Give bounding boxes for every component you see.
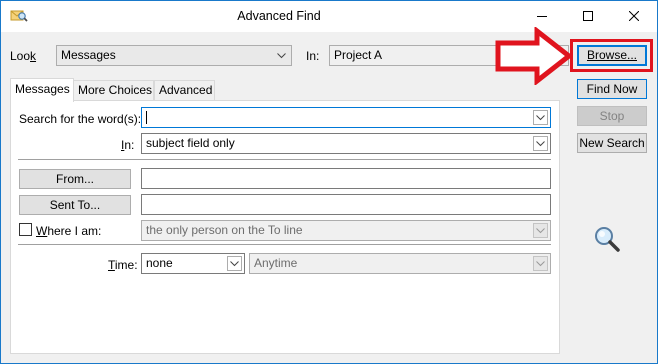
minimize-icon bbox=[537, 10, 547, 24]
search-words-label: Search for the word(s): bbox=[19, 112, 142, 126]
chevron-down-icon bbox=[533, 223, 548, 238]
chevron-down-icon bbox=[274, 48, 289, 63]
divider bbox=[18, 159, 551, 160]
time-range-select[interactable]: Anytime bbox=[249, 253, 551, 274]
look-select[interactable]: Messages bbox=[56, 45, 292, 66]
maximize-icon bbox=[583, 10, 593, 24]
chevron-down-icon bbox=[227, 256, 242, 271]
where-i-am-select[interactable]: the only person on the To line bbox=[141, 220, 551, 241]
where-i-am-label: Where I am: bbox=[36, 224, 102, 238]
new-search-label: New Search bbox=[579, 136, 645, 150]
advanced-find-window: Advanced Find Look Messages In: Project … bbox=[0, 0, 658, 364]
tab-more-choices-label: More Choices bbox=[78, 83, 153, 97]
tab-more-choices[interactable]: More Choices bbox=[73, 80, 154, 100]
search-words-input[interactable] bbox=[141, 107, 551, 128]
in-folder-label: In: bbox=[306, 49, 320, 63]
tab-messages[interactable]: Messages bbox=[10, 78, 74, 102]
time-value: none bbox=[146, 256, 173, 270]
time-select[interactable]: none bbox=[141, 253, 245, 274]
tab-messages-label: Messages bbox=[15, 82, 70, 96]
close-icon bbox=[628, 10, 640, 24]
sent-to-input[interactable] bbox=[141, 194, 551, 215]
stop-label: Stop bbox=[599, 109, 625, 123]
find-now-label: Find Now bbox=[586, 82, 638, 96]
tab-advanced[interactable]: Advanced bbox=[154, 80, 215, 100]
sent-to-button[interactable]: Sent To... bbox=[19, 195, 131, 215]
chevron-down-icon bbox=[533, 110, 548, 125]
in-field-value: subject field only bbox=[146, 136, 235, 150]
where-i-am-value: the only person on the To line bbox=[146, 223, 303, 237]
browse-button-label: Browse... bbox=[586, 48, 637, 62]
look-label: Look bbox=[10, 49, 37, 63]
time-label: Time: bbox=[108, 258, 138, 272]
text-cursor bbox=[146, 111, 147, 125]
look-select-value: Messages bbox=[61, 48, 116, 62]
from-button[interactable]: From... bbox=[19, 169, 131, 189]
magnifier-icon bbox=[593, 225, 621, 256]
stop-button[interactable]: Stop bbox=[577, 106, 647, 126]
divider bbox=[18, 244, 551, 245]
where-i-am-checkbox[interactable] bbox=[19, 223, 32, 236]
chevron-down-icon bbox=[533, 136, 548, 151]
from-button-label: From... bbox=[56, 172, 94, 186]
chevron-down-icon bbox=[533, 256, 548, 271]
in-field-select[interactable]: subject field only bbox=[141, 133, 551, 154]
in-field-label: In: bbox=[121, 138, 135, 152]
red-arrow-annotation bbox=[495, 27, 573, 85]
find-now-button[interactable]: Find Now bbox=[577, 79, 647, 99]
from-input[interactable] bbox=[141, 168, 551, 189]
tab-advanced-label: Advanced bbox=[159, 83, 213, 97]
new-search-button[interactable]: New Search bbox=[577, 133, 647, 153]
browse-button[interactable]: Browse... bbox=[577, 45, 647, 66]
close-button[interactable] bbox=[611, 1, 657, 32]
window-title: Advanced Find bbox=[237, 9, 321, 23]
time-range-value: Anytime bbox=[254, 256, 298, 270]
in-folder-value: Project A bbox=[334, 48, 383, 62]
sent-to-button-label: Sent To... bbox=[49, 198, 101, 212]
